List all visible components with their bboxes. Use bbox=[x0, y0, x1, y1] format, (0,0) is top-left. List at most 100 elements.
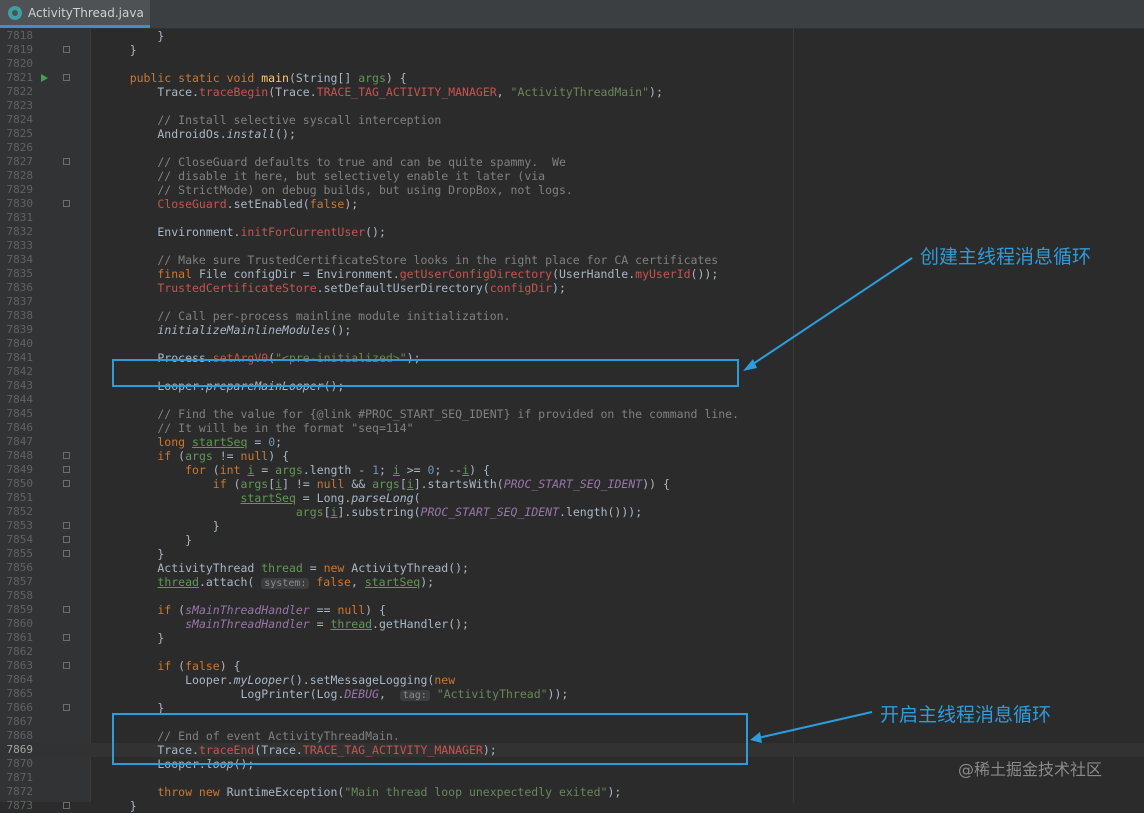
fold-marker-icon[interactable] bbox=[63, 550, 70, 557]
code-line[interactable]: 7823 bbox=[0, 99, 1144, 113]
code-editor[interactable]: 7818 } 7819 } 7820 7821 public static void … bbox=[0, 29, 1144, 813]
code-line[interactable]: 7851 startSeq = Long.parseLong( bbox=[0, 491, 1144, 505]
line-number[interactable]: 7833 bbox=[0, 239, 34, 253]
code-line[interactable]: 7832 Environment.initForCurrentUser(); bbox=[0, 225, 1144, 239]
line-number[interactable]: 7830 bbox=[0, 197, 34, 211]
line-number[interactable]: 7853 bbox=[0, 519, 34, 533]
line-number[interactable]: 7821 bbox=[0, 71, 34, 85]
line-number[interactable]: 7828 bbox=[0, 169, 34, 183]
line-number[interactable]: 7839 bbox=[0, 323, 34, 337]
line-number[interactable]: 7872 bbox=[0, 785, 34, 799]
code-line[interactable]: 7844 bbox=[0, 393, 1144, 407]
line-number[interactable]: 7871 bbox=[0, 771, 34, 785]
code-line[interactable]: 7854 } bbox=[0, 533, 1144, 547]
line-number[interactable]: 7859 bbox=[0, 603, 34, 617]
line-number[interactable]: 7840 bbox=[0, 337, 34, 351]
code-line[interactable]: 7859 if (sMainThreadHandler == null) { bbox=[0, 603, 1144, 617]
line-number[interactable]: 7873 bbox=[0, 799, 34, 813]
code-line[interactable]: 7839 initializeMainlineModules(); bbox=[0, 323, 1144, 337]
line-number[interactable]: 7869 bbox=[0, 743, 34, 757]
code-line[interactable]: 7838 // Call per-process mainline module… bbox=[0, 309, 1144, 323]
code-line[interactable]: 7849 for (int i = args.length - 1; i >= … bbox=[0, 463, 1144, 477]
line-number[interactable]: 7824 bbox=[0, 113, 34, 127]
line-number[interactable]: 7857 bbox=[0, 575, 34, 589]
code-line[interactable]: 7845 // Find the value for {@link #PROC_… bbox=[0, 407, 1144, 421]
fold-marker-icon[interactable] bbox=[63, 802, 70, 809]
code-line[interactable]: 7827 // CloseGuard defaults to true and … bbox=[0, 155, 1144, 169]
line-number[interactable]: 7849 bbox=[0, 463, 34, 477]
line-number[interactable]: 7867 bbox=[0, 715, 34, 729]
code-line[interactable]: 7826 bbox=[0, 141, 1144, 155]
line-number[interactable]: 7818 bbox=[0, 29, 34, 43]
line-number[interactable]: 7846 bbox=[0, 421, 34, 435]
line-number[interactable]: 7856 bbox=[0, 561, 34, 575]
fold-marker-icon[interactable] bbox=[63, 704, 70, 711]
line-number[interactable]: 7847 bbox=[0, 435, 34, 449]
line-number[interactable]: 7825 bbox=[0, 127, 34, 141]
fold-marker-icon[interactable] bbox=[63, 200, 70, 207]
line-number[interactable]: 7819 bbox=[0, 43, 34, 57]
code-line[interactable]: 7837 bbox=[0, 295, 1144, 309]
code-line[interactable]: 7863 if (false) { bbox=[0, 659, 1144, 673]
code-line[interactable]: 7821 public static void main(String[] ar… bbox=[0, 71, 1144, 85]
line-number[interactable]: 7827 bbox=[0, 155, 34, 169]
fold-marker-icon[interactable] bbox=[63, 634, 70, 641]
line-number[interactable]: 7829 bbox=[0, 183, 34, 197]
fold-marker-icon[interactable] bbox=[63, 158, 70, 165]
run-gutter-icon[interactable] bbox=[41, 74, 48, 82]
code-line[interactable]: 7818 } bbox=[0, 29, 1144, 43]
line-number[interactable]: 7841 bbox=[0, 351, 34, 365]
code-line[interactable]: 7846 // It will be in the format "seq=11… bbox=[0, 421, 1144, 435]
line-number[interactable]: 7845 bbox=[0, 407, 34, 421]
line-number[interactable]: 7822 bbox=[0, 85, 34, 99]
code-line[interactable]: 7848 if (args != null) { bbox=[0, 449, 1144, 463]
code-line[interactable]: 7865 LogPrinter(Log.DEBUG, tag: "Activit… bbox=[0, 687, 1144, 701]
code-line[interactable]: 7855 } bbox=[0, 547, 1144, 561]
line-number[interactable]: 7838 bbox=[0, 309, 34, 323]
line-number[interactable]: 7865 bbox=[0, 687, 34, 701]
line-number[interactable]: 7831 bbox=[0, 211, 34, 225]
line-number[interactable]: 7868 bbox=[0, 729, 34, 743]
code-line[interactable]: 7836 TrustedCertificateStore.setDefaultU… bbox=[0, 281, 1144, 295]
fold-marker-icon[interactable] bbox=[63, 74, 70, 81]
code-line[interactable]: 7820 bbox=[0, 57, 1144, 71]
line-number[interactable]: 7832 bbox=[0, 225, 34, 239]
line-number[interactable]: 7844 bbox=[0, 393, 34, 407]
code-line[interactable]: 7860 sMainThreadHandler = thread.getHand… bbox=[0, 617, 1144, 631]
line-number[interactable]: 7854 bbox=[0, 533, 34, 547]
line-number[interactable]: 7852 bbox=[0, 505, 34, 519]
line-number[interactable]: 7863 bbox=[0, 659, 34, 673]
line-number[interactable]: 7848 bbox=[0, 449, 34, 463]
code-line[interactable]: 7864 Looper.myLooper().setMessageLogging… bbox=[0, 673, 1144, 687]
line-number[interactable]: 7866 bbox=[0, 701, 34, 715]
line-number[interactable]: 7842 bbox=[0, 365, 34, 379]
code-line[interactable]: 7853 } bbox=[0, 519, 1144, 533]
line-number[interactable]: 7864 bbox=[0, 673, 34, 687]
code-line[interactable]: 7861 } bbox=[0, 631, 1144, 645]
code-line[interactable]: 7825 AndroidOs.install(); bbox=[0, 127, 1144, 141]
line-number[interactable]: 7858 bbox=[0, 589, 34, 603]
code-line[interactable]: 7831 bbox=[0, 211, 1144, 225]
line-number[interactable]: 7826 bbox=[0, 141, 34, 155]
code-line[interactable]: 7862 bbox=[0, 645, 1144, 659]
code-line[interactable]: 7830 CloseGuard.setEnabled(false); bbox=[0, 197, 1144, 211]
code-line[interactable]: 7822 Trace.traceBegin(Trace.TRACE_TAG_AC… bbox=[0, 85, 1144, 99]
code-line[interactable]: 7835 final File configDir = Environment.… bbox=[0, 267, 1144, 281]
line-number[interactable]: 7820 bbox=[0, 57, 34, 71]
line-number[interactable]: 7851 bbox=[0, 491, 34, 505]
code-line[interactable]: 7872 throw new RuntimeException("Main th… bbox=[0, 785, 1144, 799]
fold-marker-icon[interactable] bbox=[63, 466, 70, 473]
line-number[interactable]: 7823 bbox=[0, 99, 34, 113]
fold-marker-icon[interactable] bbox=[63, 662, 70, 669]
code-line[interactable]: 7873 } bbox=[0, 799, 1144, 813]
line-number[interactable]: 7862 bbox=[0, 645, 34, 659]
code-line[interactable]: 7850 if (args[i] != null && args[i].star… bbox=[0, 477, 1144, 491]
code-line[interactable]: 7824 // Install selective syscall interc… bbox=[0, 113, 1144, 127]
code-line[interactable]: 7828 // disable it here, but selectively… bbox=[0, 169, 1144, 183]
line-number[interactable]: 7855 bbox=[0, 547, 34, 561]
code-line[interactable]: 7858 bbox=[0, 589, 1144, 603]
code-line[interactable]: 7857 thread.attach( system: false, start… bbox=[0, 575, 1144, 589]
line-number[interactable]: 7835 bbox=[0, 267, 34, 281]
fold-marker-icon[interactable] bbox=[63, 46, 70, 53]
fold-marker-icon[interactable] bbox=[63, 522, 70, 529]
